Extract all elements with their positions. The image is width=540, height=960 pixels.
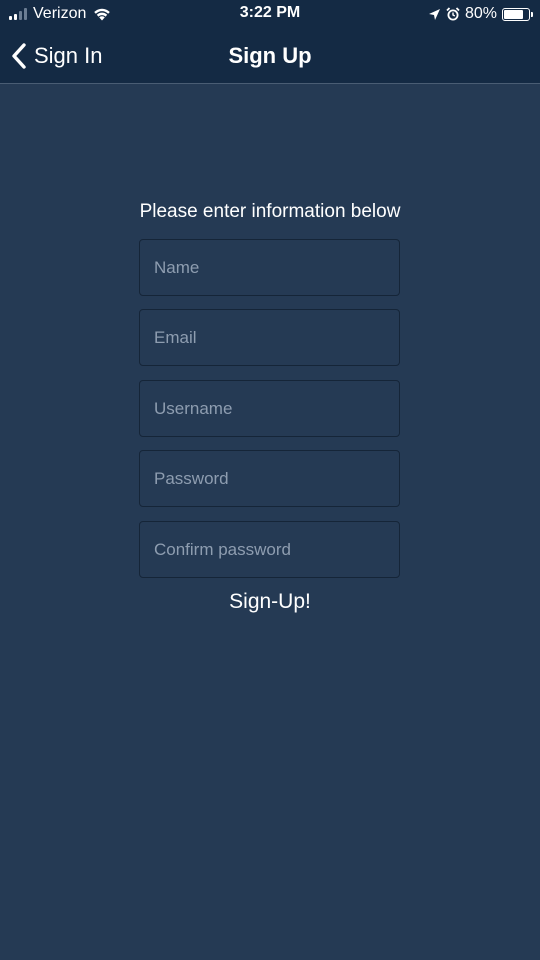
password-field[interactable] xyxy=(139,450,400,507)
sign-up-button[interactable]: Sign-Up! xyxy=(0,590,540,614)
form-instructions: Please enter information below xyxy=(139,201,401,222)
location-arrow-icon xyxy=(428,8,440,20)
navigation-bar: Sign In Sign Up xyxy=(0,28,540,84)
battery-icon xyxy=(502,7,533,21)
username-field[interactable] xyxy=(139,380,400,437)
name-field[interactable] xyxy=(139,239,400,296)
chevron-left-icon xyxy=(12,43,26,69)
confirm-password-field[interactable] xyxy=(139,521,400,578)
status-right: 80% xyxy=(428,4,533,24)
email-field[interactable] xyxy=(139,309,400,366)
back-button-label: Sign In xyxy=(34,43,103,68)
alarm-icon xyxy=(446,7,460,21)
status-bar: Verizon 3:22 PM 80% xyxy=(0,0,540,28)
battery-percent: 80% xyxy=(464,5,497,22)
back-button[interactable]: Sign In xyxy=(10,28,103,84)
battery-level xyxy=(504,9,524,19)
